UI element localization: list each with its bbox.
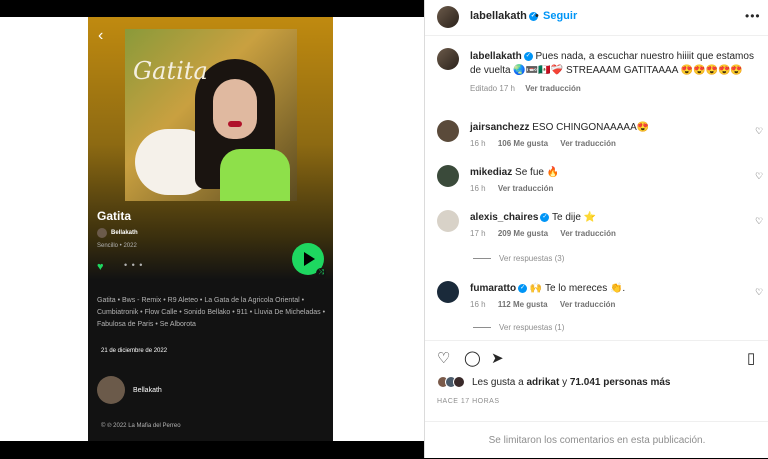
caption-username[interactable]: labellakath [470,51,522,62]
comment-like-icon[interactable]: ♡ [755,216,763,227]
save-icon[interactable]: ▯ [747,349,755,367]
comment-translate[interactable]: Ver traducción [498,184,554,193]
comment-likes[interactable]: 112 Me gusta [498,300,548,309]
comment-meta: 16 h 106 Me gusta Ver traducción [470,139,616,148]
comments-limited-notice: Se limitaron los comentarios en esta pub… [425,421,768,458]
track-list: Gatita • Bws - Remix • R9 Aleteo • La Ga… [97,297,326,328]
verified-icon: ✓ [518,283,528,293]
shuffle-icon: ⤨ [316,268,326,278]
header-username[interactable]: labellakath ✓ [470,10,538,22]
comment-time: 16 h [470,184,486,193]
cover-face [213,79,257,139]
comment-time: 16 h [470,300,486,309]
likes-text[interactable]: Les gusta a adrikat y 71.041 personas má… [472,377,670,388]
comment-body: Se fue 🔥 [515,167,560,178]
spotify-screenshot: ‹ Gatita Gatita Bellakath Sencillo • 202… [88,17,333,441]
options-icon[interactable]: ••• [745,9,761,23]
comment-likes[interactable]: 106 Me gusta [498,139,548,148]
comment-likes[interactable]: 209 Me gusta [498,229,548,238]
song-title: Gatita [97,209,132,223]
post-sidebar: labellakath ✓ • Seguir ••• labellakath ✓ P… [424,0,768,458]
album-cover: Gatita [125,29,297,201]
artist-card-name: Bellakath [133,386,162,394]
comment-translate[interactable]: Ver traducción [560,300,616,309]
likes-prefix: Les gusta a [472,376,524,388]
caption-time: 17 h [499,84,515,93]
action-bar: ♡ ◯ ➤ ▯ [425,340,768,370]
comment-like-icon[interactable]: ♡ [755,126,763,137]
comment-body: 🙌 Te lo mereces 👏. [529,283,626,294]
caption-translate[interactable]: Ver traducción [525,84,581,93]
comment-avatar[interactable] [437,165,459,187]
comment-translate[interactable]: Ver traducción [560,139,616,148]
comment-text: fumaratto ✓ 🙌 Te lo mereces 👏. [470,283,740,294]
post-media: ‹ Gatita Gatita Bellakath Sencillo • 202… [0,17,424,441]
replies-line [473,327,491,329]
comment-username[interactable]: mikediaz [470,167,512,178]
view-replies-button[interactable]: Ver respuestas (1) [473,323,564,332]
comment-text: jairsanchezz ESO CHINGONAAAAA😍 [470,122,740,133]
release-date: 21 de diciembre de 2022 [101,348,168,354]
caption-avatar[interactable] [437,48,459,70]
caption: labellakath ✓ Pues nada, a escuchar nuest… [470,50,755,96]
artist-row: Bellakath [97,228,138,238]
liker-avatar [453,376,465,388]
verified-icon: ✓ [540,212,550,222]
comment-meta: 16 h Ver traducción [470,184,553,193]
verified-icon: ✓ [523,51,533,61]
comment-time: 16 h [470,139,486,148]
comment-text: mikediaz Se fue 🔥 [470,167,740,178]
caption-meta: Editado 17 h Ver traducción [470,82,755,96]
follow-button[interactable]: Seguir [543,10,577,22]
replies-line [473,258,491,260]
share-icon[interactable]: ➤ [491,349,504,367]
comment-translate[interactable]: Ver traducción [560,229,616,238]
post-time: HACE 17 HORAS [437,398,500,405]
comment-meta: 16 h 112 Me gusta Ver traducción [470,300,615,309]
header-separator: • [535,10,539,22]
comment-meta: 17 h 209 Me gusta Ver traducción [470,229,616,238]
artist-card: Bellakath [97,376,162,404]
heart-icon: ♥ [97,261,104,273]
comment-username[interactable]: alexis_chaires [470,212,538,223]
likes-count[interactable]: 71.041 personas más [570,377,671,388]
cover-top [220,149,290,201]
caption-edited: Editado [470,84,498,93]
comment-avatar[interactable] [437,210,459,232]
replies-label[interactable]: Ver respuestas (3) [499,254,564,263]
artist-name: Bellakath [111,230,138,236]
liker-avatars[interactable] [437,376,465,388]
screen: ‹ Gatita Gatita Bellakath Sencillo • 202… [0,0,768,458]
cover-title: Gatita [133,57,208,85]
back-arrow-icon: ‹ [98,27,104,44]
comment-body: ESO CHINGONAAAAA😍 [532,122,650,133]
header-username-text[interactable]: labellakath [470,10,527,22]
comment-username[interactable]: jairsanchezz [470,122,529,133]
comment-avatar[interactable] [437,120,459,142]
header-avatar[interactable] [437,6,459,28]
likes-user[interactable]: adrikat [527,377,560,388]
post-header: labellakath ✓ • Seguir ••• [425,0,768,36]
likes-row: Les gusta a adrikat y 71.041 personas má… [437,376,670,388]
artist-avatar [97,376,125,404]
likes-middle: y [562,376,568,388]
single-info: Sencillo • 2022 [97,243,137,249]
comment-avatar[interactable] [437,281,459,303]
comment-time: 17 h [470,229,486,238]
comment-icon[interactable]: ◯ [464,349,481,367]
comment-like-icon[interactable]: ♡ [755,287,763,298]
cover-lips [228,121,242,127]
comment-like-icon[interactable]: ♡ [755,171,763,182]
like-icon[interactable]: ♡ [437,349,450,367]
comment-username[interactable]: fumaratto [470,283,516,294]
artist-mini-avatar [97,228,107,238]
view-replies-button[interactable]: Ver respuestas (3) [473,254,564,263]
replies-label[interactable]: Ver respuestas (1) [499,323,564,332]
comment-body: Te dije ⭐ [552,212,597,223]
comment-text: alexis_chaires ✓ Te dije ⭐ [470,212,740,223]
more-options-icon: • • • [124,260,144,270]
copyright: © ℗ 2022 La Mafia del Perreo [101,423,181,429]
